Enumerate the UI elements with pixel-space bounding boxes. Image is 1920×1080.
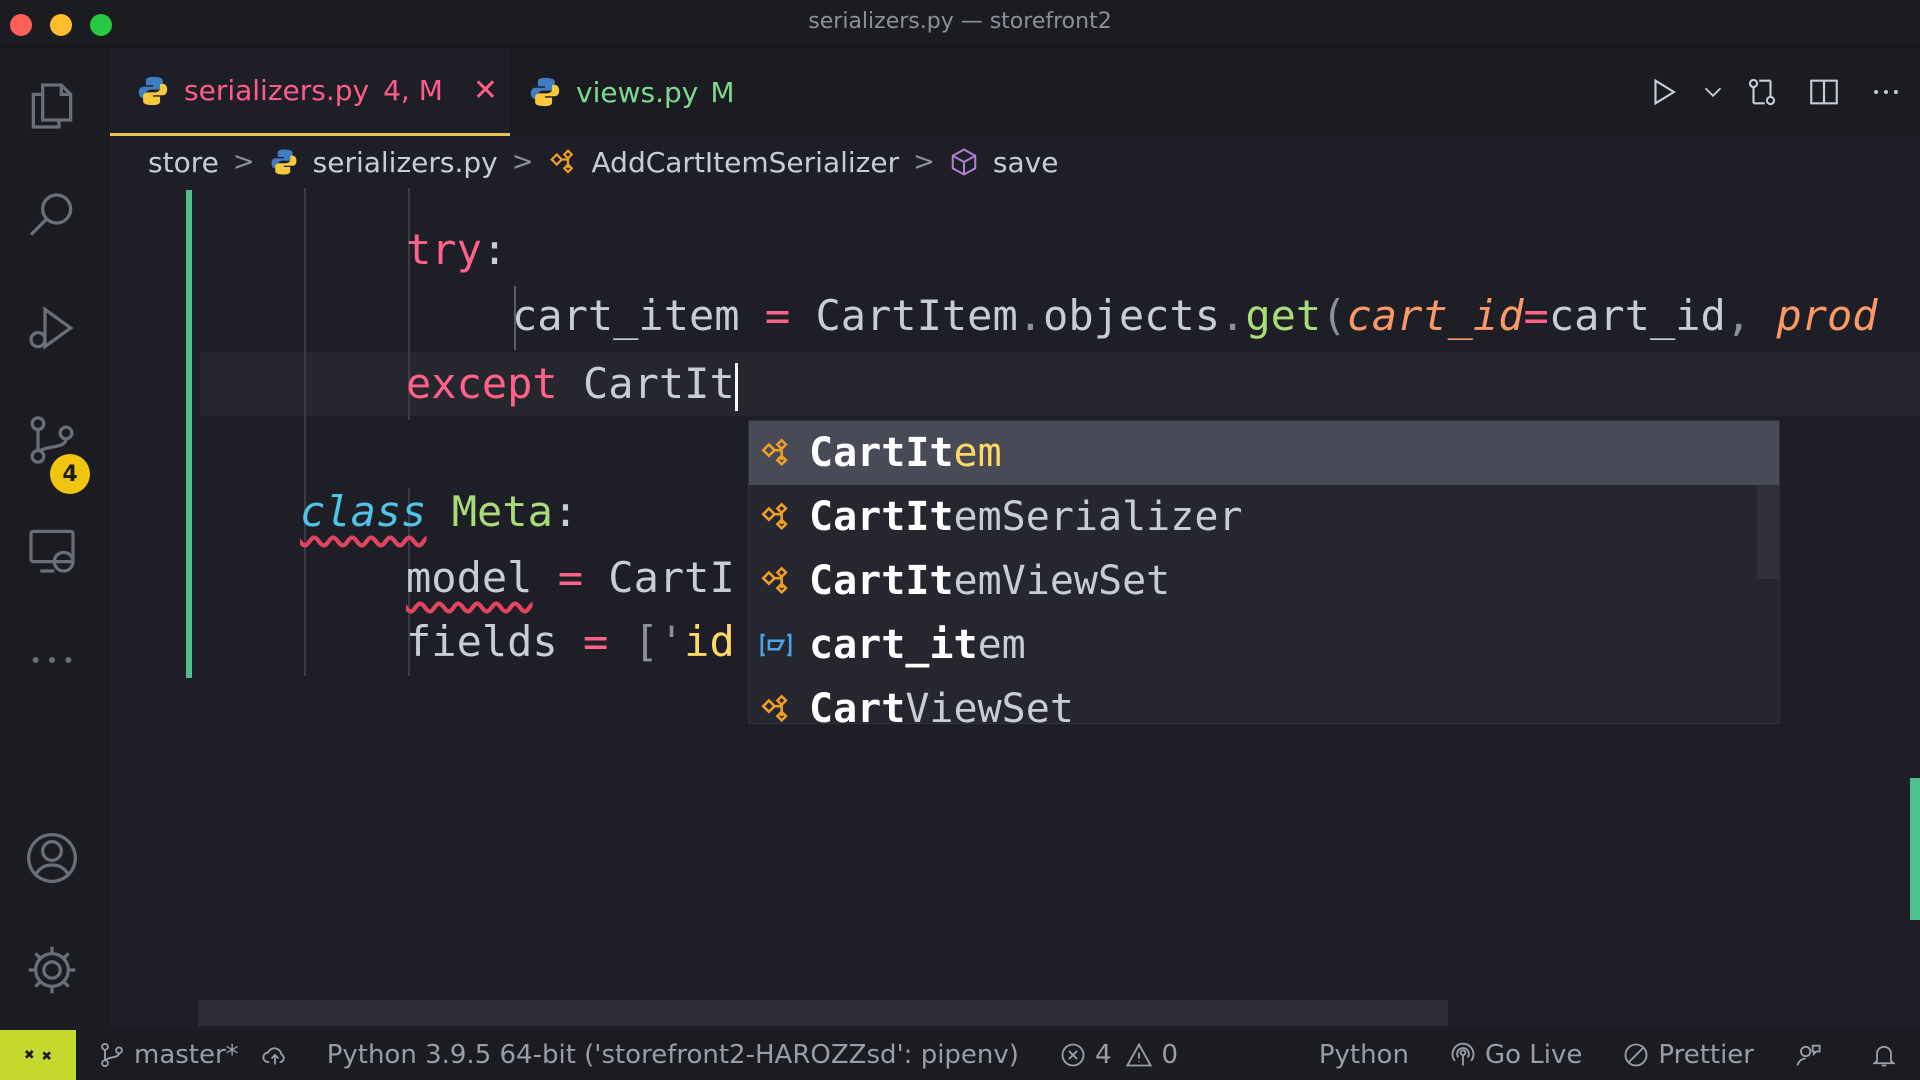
suggestion-item[interactable]: CartIt emSerializer [749, 485, 1779, 549]
class-icon [761, 566, 788, 595]
explorer-icon[interactable] [20, 74, 84, 138]
tab-label: views.py [576, 75, 699, 109]
run-debug-icon[interactable] [20, 296, 84, 360]
autocomplete-suggestions: CartIt em CartIt emSerializer CartIt emView… [748, 420, 1780, 724]
tab-status: 4, M [383, 74, 443, 107]
search-icon[interactable] [20, 184, 84, 248]
problems-indicator[interactable]: 4 0 [1059, 1040, 1178, 1070]
breadcrumb-folder[interactable]: store [148, 146, 219, 179]
feedback-icon[interactable] [1794, 1041, 1830, 1069]
remote-indicator[interactable] [0, 1030, 76, 1080]
window-title: serializers.py — storefront2 [808, 9, 1112, 34]
tab-label: serializers.py [184, 74, 370, 107]
split-editor-icon[interactable] [1796, 64, 1852, 120]
source-control-badge: 4 [50, 454, 90, 494]
go-live-button[interactable]: Go Live [1449, 1040, 1582, 1070]
cloud-upload-icon [262, 1047, 285, 1065]
breadcrumb-class[interactable]: AddCartItemSerializer [548, 145, 900, 179]
suggestion-item[interactable]: CartIt em [749, 421, 1779, 485]
settings-gear-icon[interactable] [20, 938, 84, 1002]
status-bar: master* Python 3.9.5 64-bit ('storefront… [0, 1030, 1920, 1080]
account-icon[interactable] [20, 826, 84, 890]
python-file-icon [138, 76, 168, 105]
open-changes-icon[interactable] [1734, 64, 1790, 120]
more-actions-icon[interactable] [1858, 64, 1914, 120]
close-tab-icon[interactable]: ✕ [473, 73, 498, 108]
prettier-disabled-icon [1624, 1043, 1648, 1067]
overview-ruler-marker [1910, 778, 1920, 920]
class-icon [761, 694, 788, 723]
suggestion-item[interactable]: CartIt emViewSet [749, 549, 1779, 613]
code-line: model = CartI [406, 553, 735, 602]
warning-count: 0 [1161, 1040, 1179, 1070]
editor-tab-bar: serializers.py 4, M ✕ views.py M [110, 48, 1920, 136]
code-line: class Meta: [300, 487, 579, 536]
more-icon[interactable] [20, 628, 84, 692]
broadcast-icon [1451, 1042, 1475, 1066]
person-feedback-icon [1796, 1044, 1821, 1066]
notifications-bell-icon[interactable] [1870, 1041, 1906, 1069]
go-live-label: Go Live [1484, 1040, 1583, 1070]
class-icon [761, 502, 788, 531]
bell-icon [1872, 1045, 1896, 1067]
variable-icon [760, 633, 792, 657]
remote-explorer-icon[interactable] [20, 518, 84, 582]
editor-actions [1636, 48, 1920, 136]
prettier-label: Prettier [1658, 1040, 1754, 1070]
breadcrumb-method-label: save [992, 145, 1059, 179]
horizontal-scrollbar[interactable] [198, 1000, 1448, 1026]
prettier-status[interactable]: Prettier [1622, 1040, 1754, 1070]
breadcrumb-file[interactable]: serializers.py [269, 146, 498, 179]
title-bar: serializers.py — storefront2 [0, 0, 1920, 48]
tab-status: M [710, 75, 735, 109]
chevron-right-icon: > [913, 147, 935, 177]
breadcrumb-method[interactable]: save [949, 145, 1059, 179]
git-modified-gutter [186, 190, 192, 678]
suggestion-item[interactable]: cart_it em [749, 613, 1779, 677]
indent-guide [304, 188, 306, 676]
python-file-icon [271, 149, 297, 175]
tab-serializers[interactable]: serializers.py 4, M ✕ [110, 48, 510, 136]
code-line: cart_item = CartItem.objects.get(cart_id… [512, 291, 1878, 340]
breadcrumb-file-label: serializers.py [312, 145, 498, 179]
text-cursor [734, 362, 738, 411]
sync-icon[interactable] [261, 1041, 297, 1069]
git-branch[interactable]: master* [98, 1040, 239, 1070]
chevron-right-icon: > [511, 147, 534, 177]
suggestions-scrollbar[interactable] [1757, 485, 1779, 579]
remote-icon [25, 1050, 51, 1060]
warning-icon [1126, 1042, 1153, 1067]
status-bar-right: Python Go Live Prettier [1279, 1040, 1920, 1070]
code-line: try: [406, 225, 508, 274]
python-file-icon [530, 77, 560, 107]
code-line: fields = ['id [406, 617, 735, 666]
branch-label: master* [134, 1040, 239, 1070]
language-mode[interactable]: Python [1319, 1040, 1409, 1070]
method-cube-icon [951, 148, 977, 176]
suggestion-item[interactable]: Cart ViewSet [749, 677, 1779, 723]
class-icon [761, 438, 788, 467]
code-line-active: except CartIt [406, 352, 738, 416]
tab-views[interactable]: views.py M [528, 48, 734, 136]
error-count: 4 [1094, 1040, 1112, 1070]
error-icon [1061, 1043, 1085, 1067]
run-python-file-icon[interactable] [1636, 64, 1692, 120]
breadcrumb-class-label: AddCartItemSerializer [591, 145, 900, 179]
chevron-right-icon: > [232, 147, 255, 177]
class-icon [549, 149, 573, 174]
breadcrumb: store > serializers.py > AddCartItemSeri… [110, 136, 1920, 188]
git-branch-icon [101, 1042, 123, 1068]
activity-bar: 4 [0, 48, 110, 1030]
python-interpreter[interactable]: Python 3.9.5 64-bit ('storefront2-HAROZZ… [327, 1040, 1019, 1070]
chevron-down-icon[interactable] [1698, 64, 1728, 120]
